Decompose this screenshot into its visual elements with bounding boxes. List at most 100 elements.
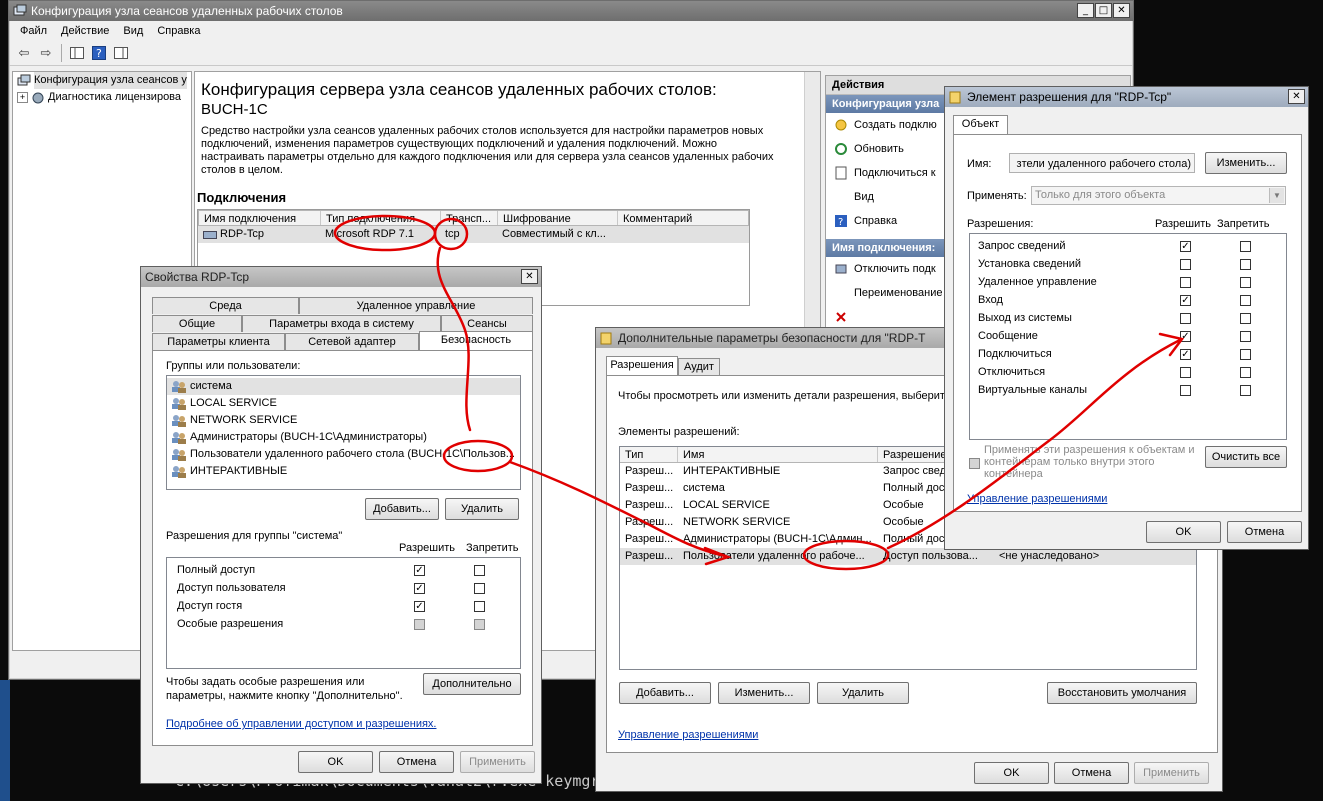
entry-deny-checkbox[interactable] [1240, 331, 1251, 342]
help-icon[interactable]: ? [90, 44, 108, 62]
advanced-cancel-button[interactable]: Отмена [1054, 762, 1129, 784]
entries-edit-button[interactable]: Изменить... [718, 682, 810, 704]
entry-ok-button[interactable]: OK [1146, 521, 1221, 543]
advanced-intro: Чтобы просмотреть или изменить детали ра… [618, 390, 945, 402]
entry-deny-checkbox[interactable] [1240, 259, 1251, 270]
tab-general[interactable]: Общие [152, 315, 242, 332]
group-item[interactable]: NETWORK SERVICE [167, 412, 520, 429]
properties-apply-button[interactable]: Применить [460, 751, 535, 773]
entry-title: Элемент разрешения для "RDP-Tcp" [967, 90, 1172, 104]
forward-arrow-icon[interactable]: ⇨ [37, 44, 55, 62]
advanced-apply-button[interactable]: Применить [1134, 762, 1209, 784]
menu-action[interactable]: Действие [54, 21, 116, 41]
entry-deny-checkbox[interactable] [1240, 295, 1251, 306]
entry-deny-checkbox[interactable] [1240, 349, 1251, 360]
remove-group-button[interactable]: Удалить [445, 498, 519, 520]
perms-label: Разрешения: [967, 218, 1034, 230]
entry-permission-row: Виртуальные каналы [970, 381, 1286, 399]
tab-remote-control[interactable]: Удаленное управление [299, 297, 533, 314]
maximize-button[interactable]: □ [1095, 3, 1112, 18]
entry-close-button[interactable]: ✕ [1288, 89, 1305, 104]
entry-cancel-button[interactable]: Отмена [1227, 521, 1302, 543]
entry-allow-checkbox[interactable] [1180, 277, 1191, 288]
entry-deny-checkbox[interactable] [1240, 241, 1251, 252]
menu-help[interactable]: Справка [150, 21, 207, 41]
tab-object[interactable]: Объект [953, 115, 1008, 134]
show-action-pane-icon[interactable] [112, 44, 130, 62]
entry-titlebar[interactable]: Элемент разрешения для "RDP-Tcp" ✕ [945, 87, 1308, 107]
apply-to-select[interactable]: Только для этого объекта ▼ [1031, 186, 1286, 205]
tab-client-settings[interactable]: Параметры клиента [152, 333, 285, 350]
restore-defaults-button[interactable]: Восстановить умолчания [1047, 682, 1197, 704]
group-item[interactable]: ИНТЕРАКТИВНЫЕ [167, 463, 520, 480]
clear-all-button[interactable]: Очистить все [1205, 446, 1287, 468]
entries-add-button[interactable]: Добавить... [619, 682, 711, 704]
back-arrow-icon[interactable]: ⇦ [15, 44, 33, 62]
entry-deny-checkbox[interactable] [1240, 277, 1251, 288]
deny-checkbox[interactable] [474, 565, 485, 576]
menu-file[interactable]: Файл [13, 21, 54, 41]
inherit-checkbox[interactable] [969, 458, 980, 469]
col-type[interactable]: Тип [620, 447, 678, 462]
entry-deny-checkbox[interactable] [1240, 313, 1251, 324]
entry-row[interactable]: Разреш... Пользователи удаленного рабоче.… [620, 548, 1196, 565]
group-item[interactable]: Пользователи удаленного рабочего стола (… [167, 446, 520, 463]
entry-deny-checkbox[interactable] [1240, 367, 1251, 378]
col-encryption[interactable]: Шифрование [498, 211, 618, 225]
add-group-button[interactable]: Добавить... [365, 498, 439, 520]
allow-checkbox[interactable] [414, 619, 425, 630]
entry-permission-row: Удаленное управление [970, 273, 1286, 291]
entry-allow-checkbox[interactable] [1180, 385, 1191, 396]
connection-row[interactable]: RDP-Tcp Microsoft RDP 7.1 tcp Совместимы… [198, 226, 749, 243]
close-button[interactable]: ✕ [1113, 3, 1130, 18]
deny-checkbox[interactable] [474, 583, 485, 594]
entry-allow-checkbox[interactable] [1180, 259, 1191, 270]
entry-allow-checkbox[interactable]: ✓ [1180, 241, 1191, 252]
tab-logon[interactable]: Параметры входа в систему [242, 315, 441, 332]
expand-icon[interactable]: + [17, 92, 28, 103]
col-name[interactable]: Имя [678, 447, 878, 462]
tab-environment[interactable]: Среда [152, 297, 299, 314]
group-item[interactable]: Администраторы (BUCH-1C\Администраторы) [167, 429, 520, 446]
allow-checkbox[interactable]: ✓ [414, 601, 425, 612]
properties-titlebar[interactable]: Свойства RDP-Tcp ✕ [141, 267, 541, 287]
advanced-button[interactable]: Дополнительно [423, 673, 521, 695]
tree-item-licensing[interactable]: + Диагностика лицензирова [13, 89, 191, 106]
col-name[interactable]: Имя подключения [199, 211, 321, 225]
tab-security[interactable]: Безопасность [419, 331, 533, 350]
manage-permissions-link[interactable]: Управление разрешениями [618, 729, 758, 741]
col-transport[interactable]: Трансп... [441, 211, 498, 225]
app-icon [13, 4, 27, 18]
properties-close-button[interactable]: ✕ [521, 269, 538, 284]
deny-checkbox[interactable] [474, 601, 485, 612]
allow-checkbox[interactable]: ✓ [414, 583, 425, 594]
tab-audit[interactable]: Аудит [678, 358, 720, 375]
entries-remove-button[interactable]: Удалить [817, 682, 909, 704]
entry-allow-checkbox[interactable] [1180, 313, 1191, 324]
entry-allow-checkbox[interactable]: ✓ [1180, 295, 1191, 306]
change-principal-button[interactable]: Изменить... [1205, 152, 1287, 174]
menu-view[interactable]: Вид [116, 21, 150, 41]
tab-permissions[interactable]: Разрешения [606, 356, 678, 375]
deny-checkbox[interactable] [474, 619, 485, 630]
properties-ok-button[interactable]: OK [298, 751, 373, 773]
access-control-link[interactable]: Подробнее об управлении доступом и разре… [166, 718, 436, 730]
tab-network-adapter[interactable]: Сетевой адаптер [285, 333, 419, 350]
col-comment[interactable]: Комментарий [618, 211, 748, 225]
show-tree-icon[interactable] [68, 44, 86, 62]
tab-sessions[interactable]: Сеансы [441, 315, 533, 332]
minimize-button[interactable]: _ [1077, 3, 1094, 18]
col-type[interactable]: Тип подключения [321, 211, 441, 225]
group-item[interactable]: LOCAL SERVICE [167, 395, 520, 412]
main-titlebar[interactable]: Конфигурация узла сеансов удаленных рабо… [9, 1, 1133, 21]
tree-item-config[interactable]: Конфигурация узла сеансов у [13, 72, 191, 89]
properties-cancel-button[interactable]: Отмена [379, 751, 454, 773]
advanced-ok-button[interactable]: OK [974, 762, 1049, 784]
entry-manage-permissions-link[interactable]: Управление разрешениями [967, 493, 1107, 505]
entry-allow-checkbox[interactable]: ✓ [1180, 349, 1191, 360]
group-item[interactable]: система [167, 378, 520, 395]
entry-allow-checkbox[interactable] [1180, 367, 1191, 378]
entry-allow-checkbox[interactable]: ✓ [1180, 331, 1191, 342]
entry-deny-checkbox[interactable] [1240, 385, 1251, 396]
allow-checkbox[interactable]: ✓ [414, 565, 425, 576]
